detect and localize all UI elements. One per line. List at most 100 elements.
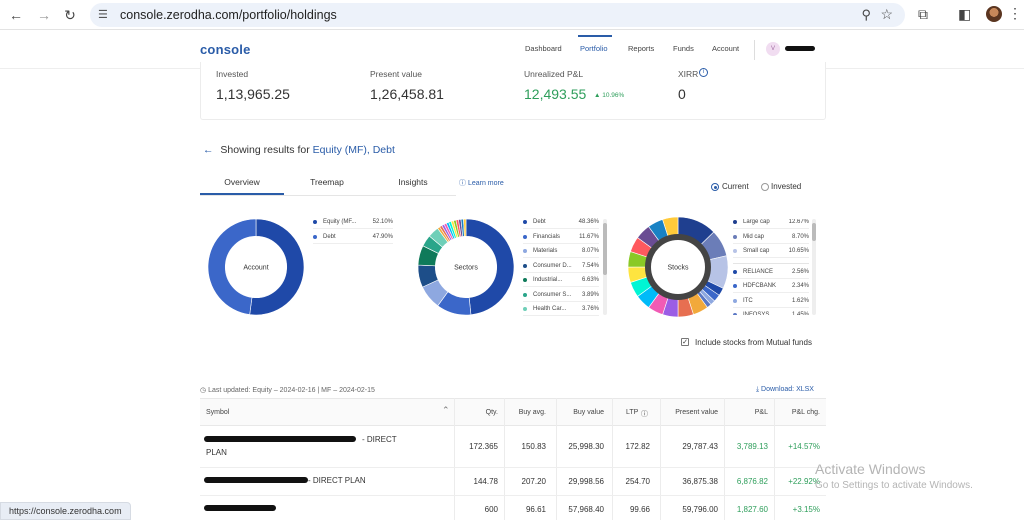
symbol-suffix[interactable]: - DIRECT [362, 435, 397, 444]
console-logo[interactable]: console [200, 42, 251, 57]
ltp-info-icon[interactable]: ⓘ [641, 409, 648, 419]
legend-item[interactable]: Health Car... 3.76% [523, 306, 599, 316]
download-xlsx-link[interactable]: ⤓ Download: XLSX [756, 386, 814, 394]
include-mf-checkbox[interactable]: ✓ [681, 338, 689, 346]
browser-menu-icon[interactable]: ⋮ [1008, 5, 1022, 22]
side-panel-icon[interactable]: ◧ [958, 6, 971, 23]
user-avatar[interactable]: V [766, 42, 780, 56]
browser-toolbar: ← → ↻ ☰ console.zerodha.com/portfolio/ho… [0, 0, 1024, 30]
tab-active-underline [200, 193, 284, 195]
tab-insights[interactable]: Insights [371, 177, 455, 187]
learn-more-label[interactable]: Learn more [468, 180, 504, 187]
legend-item[interactable]: RELIANCE 2.56% [733, 269, 809, 279]
legend-value: 10.65% [788, 248, 809, 254]
legend-item[interactable]: Debt 48.36% [523, 219, 599, 229]
forward-icon[interactable]: → [36, 7, 52, 23]
stocks-donut-chart[interactable]: Stocks [626, 215, 730, 319]
symbol-suffix[interactable]: - DIRECT PLAN [308, 476, 366, 485]
redacted-symbol [204, 477, 308, 483]
nav-portfolio[interactable]: Portfolio [580, 44, 608, 53]
legend-item[interactable]: Debt 47.90% [313, 234, 393, 244]
learn-more-link[interactable]: ⓘ Learn more [459, 178, 504, 188]
legend-dot-icon [523, 292, 527, 297]
legend-item[interactable]: Consumer D... 7.54% [523, 263, 599, 273]
invested-radio[interactable] [761, 183, 769, 191]
nav-dashboard[interactable]: Dashboard [525, 44, 562, 53]
legend-value: 1.45% [791, 312, 809, 315]
windows-watermark-subtitle: Go to Settings to activate Windows. [815, 480, 973, 491]
qty-cell: 172.365 [469, 442, 498, 451]
col-symbol[interactable]: Symbol [206, 409, 229, 416]
last-updated-text: Last updated: Equity – 2024-02-16 | MF –… [208, 387, 375, 394]
invested-radio-label[interactable]: Invested [771, 182, 801, 191]
legend-item[interactable]: Equity (MF... 52.10% [313, 219, 393, 229]
qty-cell: 600 [484, 505, 498, 514]
legend-label: Industrial... [533, 277, 563, 283]
account-donut-chart[interactable]: Account [206, 217, 306, 317]
profile-avatar[interactable] [986, 6, 1002, 22]
symbol-line2[interactable]: PLAN [206, 448, 227, 457]
col-pnl[interactable]: P&L [748, 409, 768, 416]
col-ltp[interactable]: LTP [626, 409, 638, 416]
col-qty[interactable]: Qty. [482, 409, 498, 416]
table-row[interactable]: 600 96.61 57,968.40 99.66 59,796.00 1,82… [200, 496, 826, 520]
pnl-cell: 1,827.60 [736, 505, 768, 514]
col-buy-avg[interactable]: Buy avg. [516, 409, 546, 416]
legend-value: 11.67% [579, 233, 599, 240]
col-buy-value[interactable]: Buy value [566, 409, 604, 416]
table-row[interactable]: - DIRECT PLAN 172.365 150.83 25,998.30 1… [200, 427, 826, 468]
legend-label: Large cap [743, 219, 770, 225]
sectors-donut-chart[interactable]: Sectors [416, 217, 516, 317]
legend-item[interactable]: Materials 8.07% [523, 248, 599, 258]
legend-item[interactable]: Financials 11.67% [523, 234, 599, 244]
tab-treemap[interactable]: Treemap [285, 177, 369, 187]
legend-item[interactable]: Small cap 10.65% [733, 248, 809, 258]
sectors-legend-scrollbar[interactable] [603, 219, 607, 315]
col-pnl-chg[interactable]: P&L chg. [786, 409, 820, 416]
legend-value: 7.54% [581, 262, 599, 269]
back-arrow-icon[interactable]: ← [203, 144, 214, 156]
back-icon[interactable]: ← [8, 7, 24, 23]
legend-label: Small cap [743, 248, 770, 254]
legend-dot-icon [523, 220, 527, 224]
tab-overview[interactable]: Overview [200, 177, 284, 187]
holdings-table-header: Symbol ⌃ Qty. Buy avg. Buy value LTP ⓘ P… [200, 398, 826, 426]
address-bar[interactable]: ☰ console.zerodha.com/portfolio/holdings… [90, 3, 905, 27]
legend-dot-icon [523, 234, 527, 239]
col-present-value[interactable]: Present value [668, 409, 718, 416]
legend-item[interactable]: Industrial... 6.63% [523, 277, 599, 287]
site-settings-icon[interactable]: ☰ [98, 8, 108, 21]
download-label[interactable]: Download: XLSX [761, 386, 814, 393]
pnl-cell: 3,789.13 [736, 442, 768, 451]
legend-item[interactable]: Consumer S... 3.89% [523, 292, 599, 302]
legend-item[interactable]: Large cap 12.67% [733, 219, 809, 229]
sort-chevron-icon[interactable]: ⌃ [442, 405, 450, 416]
legend-item[interactable]: Mid cap 8.70% [733, 234, 809, 244]
bookmark-star-icon[interactable]: ☆ [880, 6, 893, 23]
buy-value-cell: 29,998.56 [568, 477, 604, 486]
legend-label: Financials [533, 233, 561, 240]
info-icon[interactable]: i [699, 68, 708, 77]
nav-account[interactable]: Account [712, 44, 739, 53]
present-value-label: Present value [370, 69, 422, 79]
tabs-baseline [200, 195, 456, 196]
current-radio-label[interactable]: Current [722, 182, 749, 191]
stocks-legend-scrollbar[interactable] [812, 219, 816, 315]
reload-icon[interactable]: ↻ [62, 7, 78, 23]
legend-item[interactable]: HDFCBANK 2.34% [733, 283, 809, 293]
filter-value-link[interactable]: Equity (MF), Debt [313, 144, 395, 156]
nav-reports[interactable]: Reports [628, 44, 654, 53]
include-mf-label[interactable]: Include stocks from Mutual funds [695, 338, 812, 347]
legend-item[interactable]: ITC 1.62% [733, 298, 809, 308]
donut-center-label: Sectors [454, 265, 478, 272]
legend-label: Equity (MF... [323, 219, 357, 225]
current-radio[interactable] [711, 183, 719, 191]
table-row[interactable]: - DIRECT PLAN 144.78 207.20 29,998.56 25… [200, 468, 826, 496]
zoom-icon[interactable]: ⚲ [861, 7, 871, 23]
legend-value: 12.67% [788, 219, 809, 225]
nav-funds[interactable]: Funds [673, 44, 694, 53]
extensions-icon[interactable]: ⧉ [918, 6, 928, 23]
url-text[interactable]: console.zerodha.com/portfolio/holdings [120, 8, 337, 22]
legend-item[interactable]: INFOSYS 1.45% [733, 312, 809, 315]
xirr-label: XIRR [678, 69, 699, 79]
